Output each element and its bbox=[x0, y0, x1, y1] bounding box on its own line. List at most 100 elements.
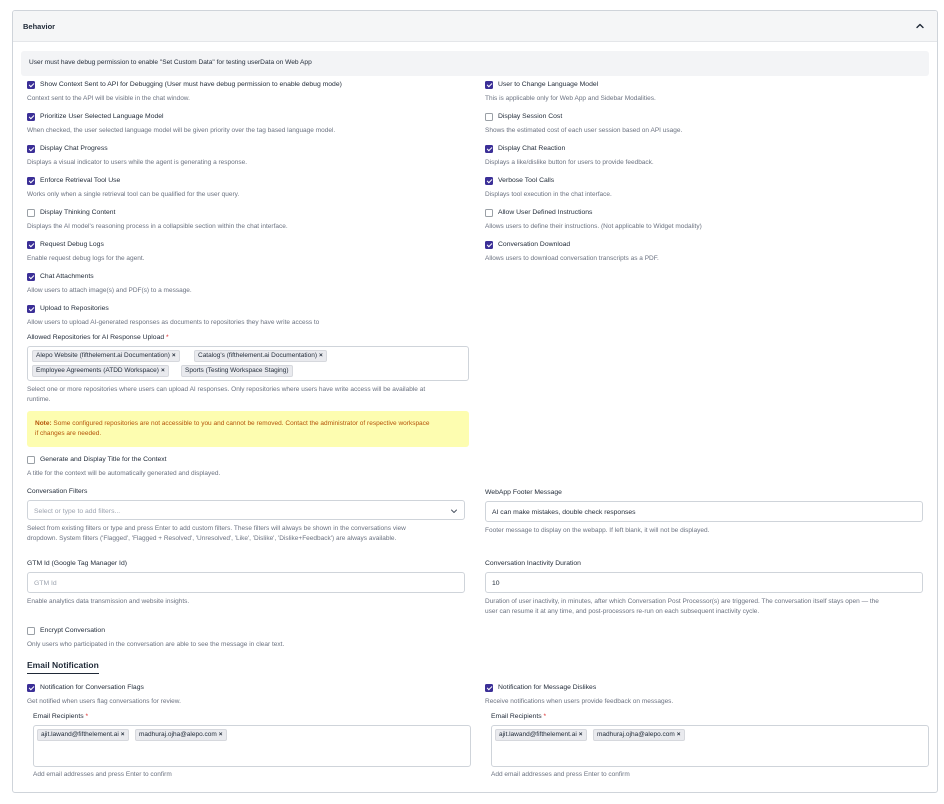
conversation-filters-label: Conversation Filters bbox=[27, 488, 88, 495]
option-label: User to Change Language Model bbox=[498, 81, 599, 88]
gtm-placeholder: GTM Id bbox=[34, 580, 57, 587]
checkbox-show-context[interactable] bbox=[27, 81, 35, 89]
flags-recipients-input[interactable]: ajit.lawand@fifthelement.ai × madhuraj.oj… bbox=[33, 725, 471, 767]
option-label: Prioritize User Selected Language Model bbox=[40, 113, 164, 120]
option-desc: A title for the context will be automati… bbox=[27, 470, 221, 477]
option-label: Allow User Defined Instructions bbox=[498, 209, 593, 216]
filters-placeholder: Select or type to add filters... bbox=[34, 508, 121, 515]
option-desc: Context sent to the API will be visible … bbox=[27, 95, 190, 102]
repository-chip: Employee Agreements (ATDD Workspace) × bbox=[32, 365, 169, 377]
chevron-up-icon[interactable] bbox=[915, 21, 925, 31]
repository-chip: Catalog's (fifthelement.ai Documentation… bbox=[194, 350, 327, 362]
checkbox-prioritize-language-model[interactable] bbox=[27, 113, 35, 121]
option-label: Enforce Retrieval Tool Use bbox=[40, 177, 121, 184]
checkbox-user-defined-instructions[interactable] bbox=[485, 209, 493, 217]
checkbox-display-chat-reaction[interactable] bbox=[485, 145, 493, 153]
option-desc: Enable request debug logs for the agent. bbox=[27, 255, 145, 262]
banner-text: User must have debug permission to enabl… bbox=[29, 59, 312, 66]
option-desc: This is applicable only for Web App and … bbox=[485, 95, 656, 102]
checkbox-upload-to-repositories[interactable] bbox=[27, 305, 35, 313]
behavior-header[interactable]: Behavior bbox=[13, 11, 937, 42]
conversation-filters-select[interactable]: Select or type to add filters... bbox=[27, 500, 465, 520]
option-label: Display Session Cost bbox=[498, 113, 563, 120]
option-desc: Allow users to upload AI-generated respo… bbox=[27, 319, 320, 326]
option-label: Notification for Conversation Flags bbox=[40, 684, 144, 691]
option-label: Upload to Repositories bbox=[40, 305, 109, 312]
gtm-help: Enable analytics data transmission and w… bbox=[27, 598, 190, 605]
chevron-down-icon[interactable] bbox=[450, 507, 458, 515]
option-label: Display Thinking Content bbox=[40, 209, 116, 216]
option-desc: Displays a visual indicator to users whi… bbox=[27, 159, 248, 166]
option-label: Verbose Tool Calls bbox=[498, 177, 555, 184]
option-desc: When checked, the user selected language… bbox=[27, 127, 336, 134]
conversation-filters-help: Select from existing filters or type and… bbox=[27, 525, 406, 542]
checkbox-request-debug-logs[interactable] bbox=[27, 241, 35, 249]
remove-chip-icon[interactable]: × bbox=[579, 731, 583, 738]
option-desc: Allow users to attach image(s) and PDF(s… bbox=[27, 287, 192, 294]
dislikes-recipients-input[interactable]: ajit.lawand@fifthelement.ai × madhuraj.oj… bbox=[491, 725, 929, 767]
option-desc: Shows the estimated cost of each user se… bbox=[485, 127, 683, 134]
checkbox-encrypt-conversation[interactable] bbox=[27, 627, 35, 635]
option-desc: Only users who participated in the conve… bbox=[27, 641, 285, 648]
section-title: Behavior bbox=[23, 22, 56, 31]
checkbox-user-change-language-model[interactable] bbox=[485, 81, 493, 89]
checkbox-notify-flags[interactable] bbox=[27, 684, 35, 692]
option-label: Conversation Download bbox=[498, 241, 571, 248]
option-desc: Allows users to define their instruction… bbox=[485, 223, 702, 230]
email-chip: madhuraj.ojha@alepo.com × bbox=[593, 729, 685, 741]
option-desc: Works only when a single retrieval tool … bbox=[27, 191, 240, 198]
footer-message-help: Footer message to display on the webapp.… bbox=[485, 527, 710, 534]
email-chip: ajit.lawand@fifthelement.ai × bbox=[37, 729, 129, 741]
option-desc: Displays a like/dislike button for users… bbox=[485, 159, 654, 166]
inactivity-input[interactable]: 10 bbox=[485, 572, 923, 593]
checkbox-chat-attachments[interactable] bbox=[27, 273, 35, 281]
footer-message-input[interactable]: AI can make mistakes, double check respo… bbox=[485, 501, 923, 522]
remove-chip-icon[interactable]: × bbox=[121, 731, 125, 738]
debug-permission-banner: User must have debug permission to enabl… bbox=[21, 51, 929, 76]
repositories-note: Note: Some configured repositories are n… bbox=[27, 411, 469, 447]
remove-chip-icon[interactable]: × bbox=[219, 731, 223, 738]
option-label: Request Debug Logs bbox=[40, 241, 104, 248]
checkbox-display-thinking[interactable] bbox=[27, 209, 35, 217]
option-label: Display Chat Reaction bbox=[498, 145, 566, 152]
remove-chip-icon[interactable]: × bbox=[172, 352, 176, 359]
dislikes-recipients-label: Email Recipients * bbox=[491, 713, 547, 720]
checkbox-enforce-retrieval[interactable] bbox=[27, 177, 35, 185]
remove-chip-icon[interactable]: × bbox=[319, 352, 323, 359]
email-chip: madhuraj.ojha@alepo.com × bbox=[135, 729, 227, 741]
checkbox-display-session-cost[interactable] bbox=[485, 113, 493, 121]
option-label: Encrypt Conversation bbox=[40, 627, 105, 634]
email-notification-title: Email Notification bbox=[27, 660, 99, 674]
dislikes-recipients-help: Add email addresses and press Enter to c… bbox=[491, 771, 630, 778]
option-label: Chat Attachments bbox=[40, 273, 94, 280]
inactivity-help: Duration of user inactivity, in minutes,… bbox=[485, 598, 879, 615]
inactivity-value: 10 bbox=[492, 580, 500, 587]
repository-chip: Sports (Testing Workspace Staging) bbox=[181, 365, 293, 377]
inactivity-label: Conversation Inactivity Duration bbox=[485, 560, 581, 567]
remove-chip-icon[interactable]: × bbox=[161, 367, 165, 374]
option-desc: Receive notifications when users provide… bbox=[485, 698, 674, 705]
repository-chip: Alepo Website (fifthelement.ai Documenta… bbox=[32, 350, 180, 362]
option-label: Notification for Message Dislikes bbox=[498, 684, 597, 691]
footer-message-value: AI can make mistakes, double check respo… bbox=[492, 509, 636, 516]
flags-recipients-label: Email Recipients * bbox=[33, 713, 89, 720]
repositories-label: Allowed Repositories for AI Response Upl… bbox=[27, 334, 169, 341]
flags-recipients-help: Add email addresses and press Enter to c… bbox=[33, 771, 172, 778]
option-desc: Allows users to download conversation tr… bbox=[485, 255, 659, 262]
gtm-input[interactable]: GTM Id bbox=[27, 572, 465, 593]
option-label: Generate and Display Title for the Conte… bbox=[40, 456, 167, 463]
repositories-multiselect[interactable]: Alepo Website (fifthelement.ai Documenta… bbox=[27, 346, 469, 381]
repositories-help: Select one or more repositories where us… bbox=[27, 386, 426, 403]
option-desc: Get notified when users flag conversatio… bbox=[27, 698, 181, 705]
checkbox-display-chat-progress[interactable] bbox=[27, 145, 35, 153]
checkbox-notify-dislikes[interactable] bbox=[485, 684, 493, 692]
checkbox-conversation-download[interactable] bbox=[485, 241, 493, 249]
checkbox-verbose-tool-calls[interactable] bbox=[485, 177, 493, 185]
option-desc: Displays the AI model's reasoning proces… bbox=[27, 223, 288, 230]
remove-chip-icon[interactable]: × bbox=[677, 731, 681, 738]
note-text: Note: Some configured repositories are n… bbox=[35, 420, 430, 437]
option-label: Show Context Sent to API for Debugging (… bbox=[40, 81, 342, 88]
gtm-label: GTM Id (Google Tag Manager Id) bbox=[27, 560, 127, 567]
checkbox-generate-title[interactable] bbox=[27, 456, 35, 464]
email-chip: ajit.lawand@fifthelement.ai × bbox=[495, 729, 587, 741]
